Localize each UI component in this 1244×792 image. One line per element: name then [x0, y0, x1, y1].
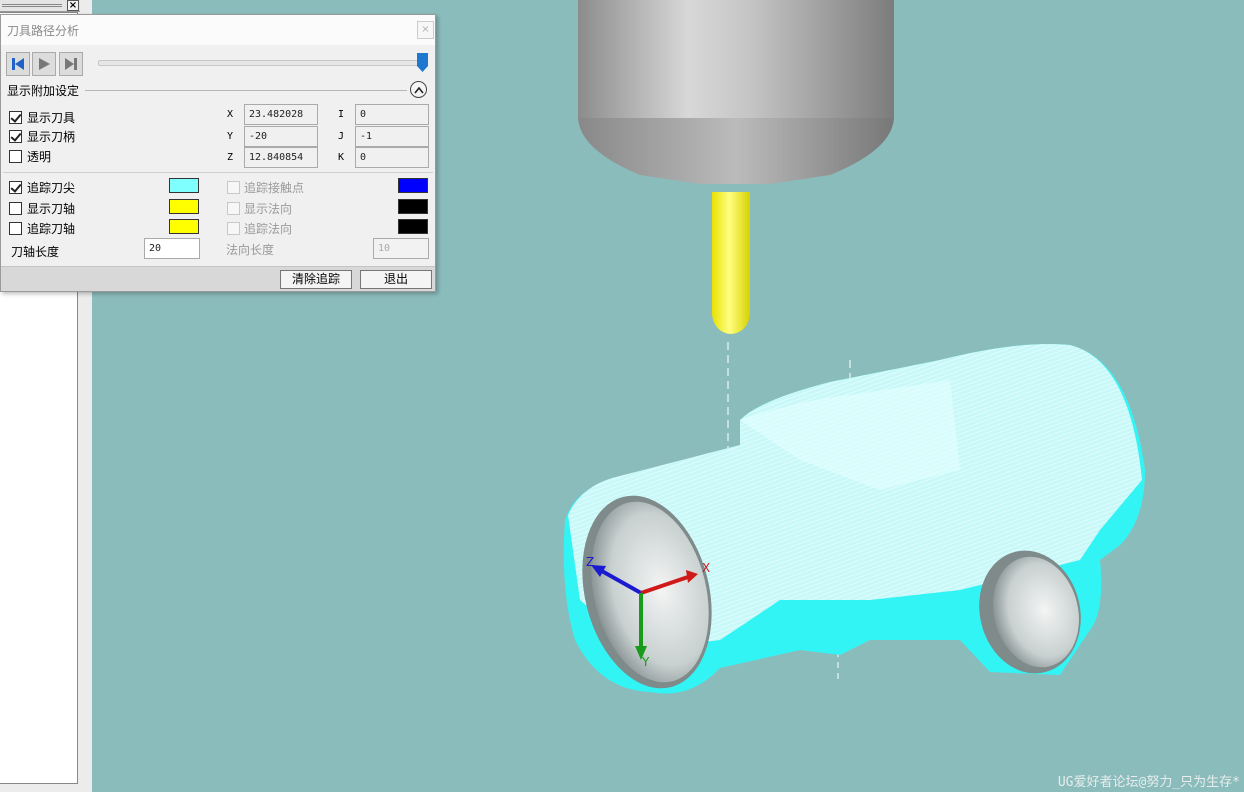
section-collapse-button[interactable] [410, 81, 427, 98]
dialog-button-bar: 清除追踪 退出 [1, 266, 435, 291]
trace-tool-axis-checkbox[interactable] [9, 222, 22, 235]
normal-length-field[interactable]: 10 [373, 238, 429, 259]
play-icon [39, 58, 50, 70]
show-tool-axis-color-swatch[interactable] [169, 199, 199, 214]
clear-trace-button[interactable]: 清除追踪 [280, 270, 352, 289]
rewind-button[interactable] [6, 52, 30, 76]
trace-contact-point-label: 追踪接触点 [244, 181, 305, 195]
grip-handle[interactable] [2, 4, 62, 7]
dialog-close-button[interactable]: × [417, 21, 434, 39]
i-vector-label: I [338, 109, 345, 120]
show-normal-label: 显示法向 [244, 202, 293, 216]
playback-slider-track[interactable] [98, 60, 426, 66]
skip-to-end-icon [65, 58, 77, 70]
show-normal-checkbox[interactable] [227, 202, 240, 215]
dialog-title: 刀具路径分析 [7, 24, 80, 38]
trace-tool-axis-color-swatch[interactable] [169, 219, 199, 234]
trace-normal-label: 追踪法向 [244, 222, 293, 236]
show-normal-color-swatch[interactable] [398, 199, 428, 214]
options-divider [3, 172, 433, 173]
left-panel-close-button[interactable]: × [67, 0, 79, 11]
trace-tool-tip-color-swatch[interactable] [169, 178, 199, 193]
trace-contact-point-checkbox[interactable] [227, 181, 240, 194]
y-coordinate-field[interactable]: -20 [244, 126, 318, 147]
transparent-label: 透明 [27, 150, 52, 164]
trace-normal-color-swatch[interactable] [398, 219, 428, 234]
trace-tool-axis-label: 追踪刀轴 [27, 222, 76, 236]
exit-button[interactable]: 退出 [360, 270, 432, 289]
toolpath-analysis-dialog: 刀具路径分析 × 显示附加设定 显示刀具 显示刀柄 透明 X 23.482028… [0, 14, 436, 292]
dialog-titlebar[interactable]: 刀具路径分析 × [1, 15, 435, 45]
show-tool-axis-checkbox[interactable] [9, 202, 22, 215]
j-vector-label: J [338, 131, 345, 142]
skip-to-start-icon [12, 58, 24, 70]
section-header-label: 显示附加设定 [7, 84, 80, 98]
transparent-checkbox[interactable] [9, 150, 22, 163]
skip-to-end-button[interactable] [59, 52, 83, 76]
k-vector-field[interactable]: 0 [355, 147, 429, 168]
watermark-text: UG爱好者论坛@努力_只为生存* [1057, 775, 1240, 790]
trace-tool-tip-checkbox[interactable] [9, 181, 22, 194]
normal-length-label: 法向长度 [226, 243, 275, 257]
j-vector-field[interactable]: -1 [355, 126, 429, 147]
z-coordinate-field[interactable]: 12.840854 [244, 147, 318, 168]
cutter-tool [712, 192, 750, 334]
playback-slider-thumb[interactable] [417, 53, 428, 72]
show-tool-checkbox[interactable] [9, 111, 22, 124]
triad-z-label: Z [586, 555, 594, 569]
show-tool-label: 显示刀具 [27, 111, 76, 125]
x-coordinate-field[interactable]: 23.482028 [244, 104, 318, 125]
trace-normal-checkbox[interactable] [227, 222, 240, 235]
y-axis-label: Y [227, 131, 234, 142]
section-divider [85, 90, 407, 91]
tool-holder [578, 0, 894, 184]
k-vector-label: K [338, 152, 345, 163]
x-axis-label: X [227, 109, 234, 120]
triad-x-label: X [702, 561, 710, 575]
triad-y-label: Y [641, 655, 650, 669]
show-tool-axis-label: 显示刀轴 [27, 202, 76, 216]
chevron-up-icon [413, 86, 424, 93]
i-vector-field[interactable]: 0 [355, 104, 429, 125]
trace-tool-tip-label: 追踪刀尖 [27, 181, 76, 195]
show-holder-label: 显示刀柄 [27, 130, 76, 144]
axis-length-label: 刀轴长度 [11, 245, 60, 259]
axis-length-field[interactable]: 20 [144, 238, 200, 259]
play-button[interactable] [32, 52, 56, 76]
z-axis-label: Z [227, 152, 234, 163]
show-holder-checkbox[interactable] [9, 130, 22, 143]
trace-contact-point-color-swatch[interactable] [398, 178, 428, 193]
